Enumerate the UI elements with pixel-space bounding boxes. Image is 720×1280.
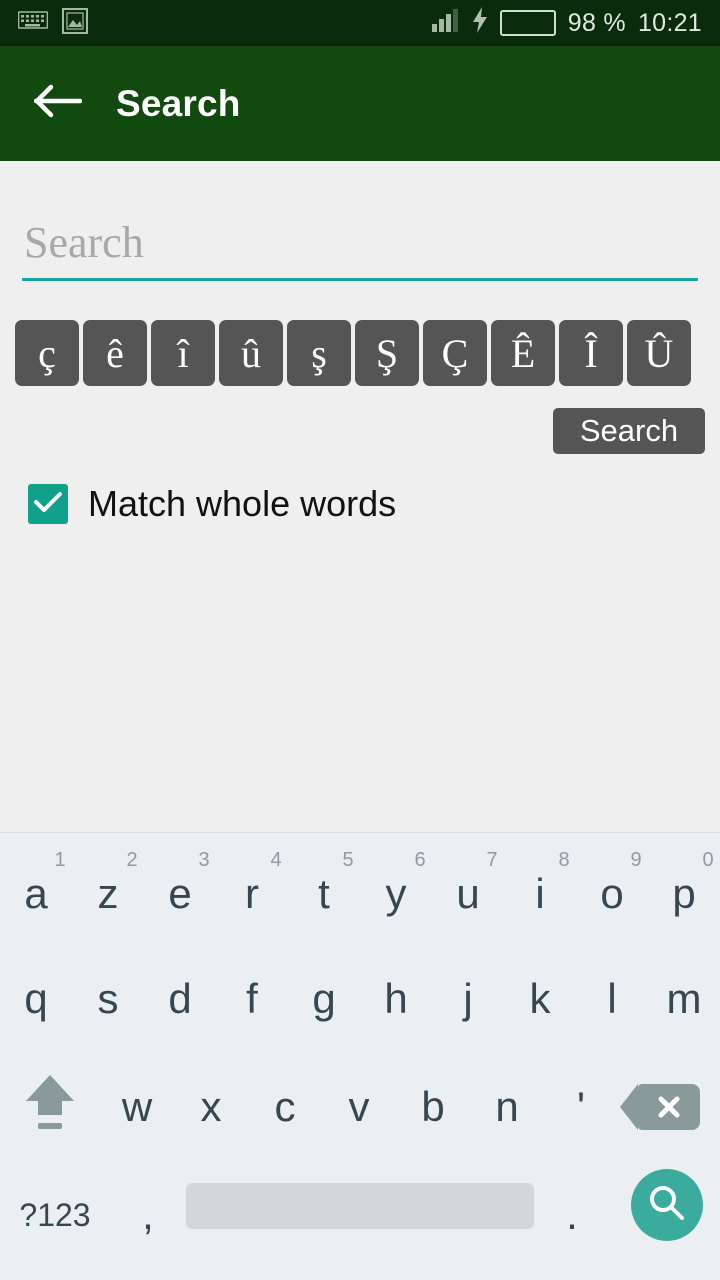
keyboard-row-3: w x c v b n ' — [0, 1053, 720, 1161]
key-alt-label: 1 — [54, 849, 66, 871]
special-char-button[interactable]: Ç — [423, 320, 487, 386]
keyboard-row-2: q s d f g h j k l m — [0, 945, 720, 1053]
key-e[interactable]: 3e — [144, 833, 216, 945]
comma-key[interactable]: , — [110, 1161, 186, 1269]
key-alt-label: 0 — [702, 849, 714, 871]
keyboard-row-4: ?123 , . — [0, 1161, 720, 1269]
key-w[interactable]: w — [100, 1053, 174, 1161]
key-x[interactable]: x — [174, 1053, 248, 1161]
space-key[interactable] — [186, 1183, 534, 1229]
key-a[interactable]: 1a — [0, 833, 72, 945]
symbols-key[interactable]: ?123 — [0, 1161, 110, 1269]
key-label: t — [318, 870, 330, 917]
key-alt-label: 3 — [198, 849, 210, 871]
app-bar: Search — [0, 46, 720, 161]
key-z[interactable]: 2z — [72, 833, 144, 945]
page-title: Search — [116, 82, 241, 124]
back-button[interactable] — [26, 72, 90, 136]
special-char-button[interactable]: Ş — [355, 320, 419, 386]
special-char-button[interactable]: ê — [83, 320, 147, 386]
search-field-wrapper — [22, 217, 698, 281]
shift-key[interactable] — [0, 1053, 100, 1161]
search-enter-key[interactable] — [631, 1169, 703, 1241]
signal-bars-icon — [431, 8, 460, 39]
status-bar-notification-icons — [0, 7, 88, 39]
key-label: r — [245, 870, 259, 917]
key-alt-label: 9 — [630, 849, 642, 871]
shift-arrow-icon — [24, 1071, 76, 1143]
search-button[interactable]: Search — [553, 408, 705, 454]
key-n[interactable]: n — [470, 1053, 544, 1161]
special-char-button[interactable]: ş — [287, 320, 351, 386]
key-alt-label: 7 — [486, 849, 498, 871]
key-i[interactable]: 8i — [504, 833, 576, 945]
search-field-underline — [22, 278, 698, 281]
special-char-button[interactable]: Ê — [491, 320, 555, 386]
key-y[interactable]: 6y — [360, 833, 432, 945]
match-whole-words-checkbox[interactable] — [28, 484, 68, 524]
key-k[interactable]: k — [504, 945, 576, 1053]
image-icon — [62, 7, 88, 39]
key-label: p — [672, 870, 696, 917]
match-whole-words-label: Match whole words — [88, 483, 397, 524]
key-label: u — [456, 870, 480, 917]
key-d[interactable]: d — [144, 945, 216, 1053]
key-h[interactable]: h — [360, 945, 432, 1053]
keyboard-row-1: 1a 2z 3e 4r 5t 6y 7u 8i 9o 0p — [0, 833, 720, 945]
key-o[interactable]: 9o — [576, 833, 648, 945]
backspace-icon — [620, 1084, 700, 1130]
key-l[interactable]: l — [576, 945, 648, 1053]
key-g[interactable]: g — [288, 945, 360, 1053]
special-characters-row: ç ê î û ş Ş Ç Ê Î Û — [15, 320, 691, 386]
backspace-key[interactable] — [618, 1053, 720, 1161]
special-char-button[interactable]: î — [151, 320, 215, 386]
match-whole-words-row[interactable]: Match whole words — [28, 483, 396, 525]
key-label: i — [535, 870, 545, 917]
key-p[interactable]: 0p — [648, 833, 720, 945]
search-magnifier-icon — [647, 1183, 687, 1228]
special-char-button[interactable]: Û — [627, 320, 691, 386]
key-u[interactable]: 7u — [432, 833, 504, 945]
key-q[interactable]: q — [0, 945, 72, 1053]
phone-screen: 98 % 10:21 Search ç ê î û ş Ş Ç Ê Î Û — [0, 0, 720, 1280]
keyboard-icon — [17, 10, 49, 37]
key-label: e — [168, 870, 192, 917]
key-alt-label: 6 — [414, 849, 426, 871]
key-alt-label: 2 — [126, 849, 138, 871]
special-char-button[interactable]: Î — [559, 320, 623, 386]
clock-label: 10:21 — [637, 8, 702, 37]
key-b[interactable]: b — [396, 1053, 470, 1161]
key-m[interactable]: m — [648, 945, 720, 1053]
checkmark-icon — [34, 491, 62, 518]
key-alt-label: 4 — [270, 849, 282, 871]
key-label: z — [97, 870, 119, 917]
status-bar-system-icons: 98 % 10:21 — [431, 6, 720, 40]
key-t[interactable]: 5t — [288, 833, 360, 945]
period-key[interactable]: . — [534, 1161, 610, 1269]
key-label: y — [385, 870, 407, 917]
key-s[interactable]: s — [72, 945, 144, 1053]
search-input[interactable] — [22, 217, 698, 278]
key-j[interactable]: j — [432, 945, 504, 1053]
back-arrow-icon — [33, 84, 83, 123]
key-label: o — [600, 870, 624, 917]
battery-percent-label: 98 % — [567, 8, 626, 37]
key-c[interactable]: c — [248, 1053, 322, 1161]
key-label: a — [24, 870, 48, 917]
key-alt-label: 8 — [558, 849, 570, 871]
battery-icon — [499, 10, 556, 36]
status-bar: 98 % 10:21 — [0, 0, 720, 46]
lightning-bolt-icon — [472, 6, 488, 40]
special-char-button[interactable]: ç — [15, 320, 79, 386]
special-char-button[interactable]: û — [219, 320, 283, 386]
key-v[interactable]: v — [322, 1053, 396, 1161]
main-content: ç ê î û ş Ş Ç Ê Î Û Search Match whole w… — [0, 161, 720, 832]
key-f[interactable]: f — [216, 945, 288, 1053]
soft-keyboard: 1a 2z 3e 4r 5t 6y 7u 8i 9o 0p q s d f g … — [0, 832, 720, 1280]
key-apostrophe[interactable]: ' — [544, 1053, 618, 1161]
key-alt-label: 5 — [342, 849, 354, 871]
key-r[interactable]: 4r — [216, 833, 288, 945]
